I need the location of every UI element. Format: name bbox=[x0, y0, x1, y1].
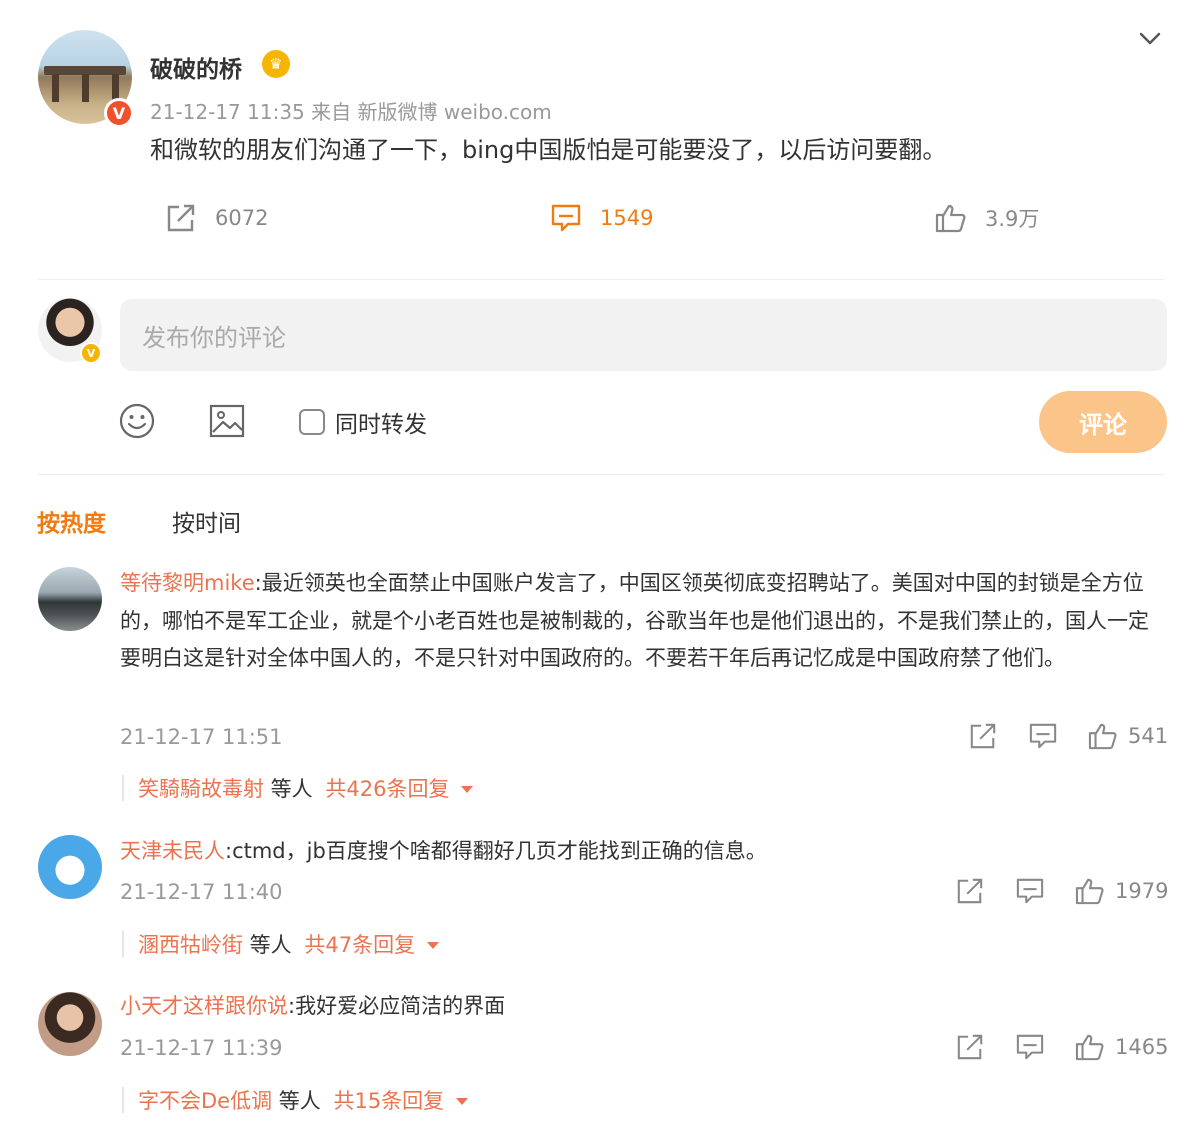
comment-icon[interactable] bbox=[1028, 722, 1058, 750]
comment-text: :我好爱必应简洁的界面 bbox=[288, 994, 506, 1018]
reply-mid: 等人 bbox=[243, 933, 299, 957]
post-text: 和微软的朋友们沟通了一下，bing中国版怕是可能要没了，以后访问要翻。 bbox=[150, 136, 947, 164]
author-name[interactable]: 破破的桥 bbox=[150, 50, 242, 84]
tab-sort-by-time[interactable]: 按时间 bbox=[172, 504, 241, 538]
commenter-name[interactable]: 等待黎明mike bbox=[120, 571, 255, 595]
thumbs-up-icon[interactable] bbox=[1075, 877, 1105, 905]
comment-actions: 1465 bbox=[955, 1033, 1168, 1061]
reply-mid: 等人 bbox=[272, 1089, 328, 1113]
comment-icon bbox=[551, 204, 581, 232]
comment-actions: 541 bbox=[968, 722, 1168, 750]
forward-label: 同时转发 bbox=[335, 412, 427, 438]
vip-crown-icon: ♛ bbox=[262, 50, 290, 78]
commenter-avatar[interactable] bbox=[38, 992, 102, 1056]
comment-text: :最近领英也全面禁止中国账户发言了，中国区领英彻底变招聘站了。美国对中国的封锁是… bbox=[120, 571, 1149, 670]
reply-mid: 等人 bbox=[264, 777, 320, 801]
like-count: 3.9万 bbox=[985, 207, 1040, 231]
emoji-icon[interactable] bbox=[118, 402, 156, 440]
reply-total[interactable]: 共47条回复 bbox=[304, 929, 415, 959]
like-button[interactable]: 3.9万 bbox=[935, 203, 1039, 233]
caret-down-icon[interactable] bbox=[427, 941, 440, 949]
chevron-down-icon[interactable] bbox=[1136, 24, 1164, 52]
reply-total[interactable]: 共15条回复 bbox=[333, 1085, 444, 1115]
comment-time: 21-12-17 11:51 bbox=[120, 725, 283, 749]
repost-icon[interactable] bbox=[968, 722, 998, 750]
reply-summary[interactable]: 笑騎騎故毒射 等人 共426条回复 bbox=[122, 773, 474, 803]
commenter-name[interactable]: 小天才这样跟你说 bbox=[120, 994, 288, 1018]
tab-sort-by-hot[interactable]: 按热度 bbox=[37, 504, 106, 538]
submit-comment-button[interactable]: 评论 bbox=[1039, 391, 1167, 453]
repost-icon[interactable] bbox=[955, 1033, 985, 1061]
comment-body: 等待黎明mike:最近领英也全面禁止中国账户发言了，中国区领英彻底变招聘站了。美… bbox=[120, 565, 1165, 678]
comment-icon[interactable] bbox=[1015, 877, 1045, 905]
comment-time: 21-12-17 11:39 bbox=[120, 1036, 283, 1060]
comment-like-count: 1979 bbox=[1115, 879, 1169, 903]
comment-time: 21-12-17 11:40 bbox=[120, 880, 283, 904]
reply-summary[interactable]: 字不会De低调 等人 共15条回复 bbox=[122, 1085, 469, 1115]
thumbs-up-icon bbox=[935, 204, 966, 233]
comment-body: 小天才这样跟你说:我好爱必应简洁的界面 bbox=[120, 988, 1165, 1026]
reply-total[interactable]: 共426条回复 bbox=[325, 773, 449, 803]
comment-like-count: 1465 bbox=[1115, 1035, 1169, 1059]
comment-actions: 1979 bbox=[955, 877, 1168, 905]
comment-body: 天津未民人:ctmd，jb百度搜个啥都得翻好几页才能找到正确的信息。 bbox=[120, 833, 1165, 871]
comment-input[interactable]: 发布你的评论 bbox=[120, 299, 1167, 371]
reply-summary[interactable]: 溷西牯岭街 等人 共47条回复 bbox=[122, 929, 440, 959]
comment-button[interactable]: 1549 bbox=[550, 203, 653, 233]
comment-like-count: 541 bbox=[1128, 724, 1169, 748]
reply-user[interactable]: 字不会De低调 bbox=[138, 1085, 272, 1115]
repost-button[interactable]: 6072 bbox=[165, 203, 268, 233]
comment-count: 1549 bbox=[600, 206, 654, 230]
checkbox-icon[interactable] bbox=[299, 409, 325, 435]
divider bbox=[38, 279, 1164, 280]
forward-checkbox[interactable]: 同时转发 bbox=[299, 405, 427, 439]
reply-user[interactable]: 溷西牯岭街 bbox=[138, 929, 243, 959]
comment-icon[interactable] bbox=[1015, 1033, 1045, 1061]
thumbs-up-icon[interactable] bbox=[1088, 722, 1118, 750]
divider bbox=[38, 474, 1164, 475]
commenter-name[interactable]: 天津未民人 bbox=[120, 839, 225, 863]
repost-icon[interactable] bbox=[955, 877, 985, 905]
verified-badge-icon: V bbox=[104, 98, 134, 128]
commenter-avatar[interactable] bbox=[38, 835, 102, 899]
caret-down-icon[interactable] bbox=[461, 785, 474, 793]
reply-user[interactable]: 笑騎騎故毒射 bbox=[138, 773, 264, 803]
repost-icon bbox=[167, 204, 195, 232]
post-meta: 21-12-17 11:35 来自 新版微博 weibo.com bbox=[150, 100, 552, 124]
thumbs-up-icon[interactable] bbox=[1075, 1033, 1105, 1061]
caret-down-icon[interactable] bbox=[456, 1097, 469, 1105]
commenter-avatar[interactable] bbox=[38, 567, 102, 631]
image-icon[interactable] bbox=[208, 402, 246, 440]
verified-badge-icon: V bbox=[80, 342, 102, 364]
comment-text: :ctmd，jb百度搜个啥都得翻好几页才能找到正确的信息。 bbox=[225, 839, 767, 863]
repost-count: 6072 bbox=[215, 206, 269, 230]
